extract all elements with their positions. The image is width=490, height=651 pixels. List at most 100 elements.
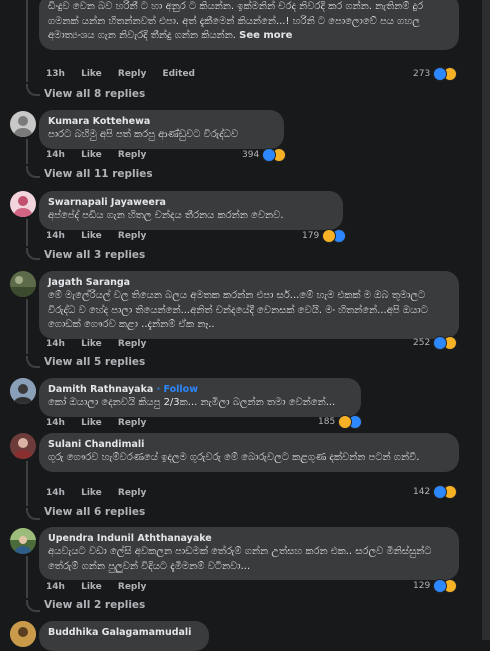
reaction-summary[interactable]: 252 [413,335,458,351]
comment-bubble: Damith Rathnayaka · Follow කෝ ඔයාලා දෙනව… [39,378,361,417]
see-more-link[interactable]: See more [239,30,292,41]
comment-text: ඩිංදුව වෙන බව හරිනී ට හා අනුර ට කියන්න. … [48,1,424,41]
timestamp[interactable]: 14h [46,488,65,498]
like-button[interactable]: Like [81,150,102,160]
user-icon [14,438,32,459]
thread-connector [26,166,40,178]
like-button[interactable]: Like [81,339,102,349]
avatar[interactable] [10,528,36,554]
commenter-name[interactable]: Damith Rathnayaka · Follow [48,383,351,396]
reply-button[interactable]: Reply [118,69,146,79]
like-button[interactable]: Like [81,418,102,428]
comment-bubble: Swarnapali Jayaweera අප්පේද් පඩිය ගැන හි… [39,191,343,230]
commenter-name[interactable]: Sulani Chandimali [48,438,449,451]
thread-connector [26,600,40,612]
user-icon [14,196,32,217]
comment-bubble: Buddhika Galagamamudali [39,621,209,651]
thread-line [26,556,28,598]
comment-actions: 14h Like Reply [46,582,159,592]
reaction-summary[interactable]: 185 [318,414,363,430]
reply-button[interactable]: Reply [118,231,146,241]
thread-line [26,219,28,246]
like-button[interactable]: Like [81,69,102,79]
comment-actions: 14h Like Reply [46,339,159,349]
avatar[interactable] [10,433,36,459]
view-replies-link[interactable]: View all 3 replies [44,249,145,261]
thread-line [26,461,28,506]
thread-line [26,299,28,354]
edited-label: Edited [162,69,195,79]
timestamp[interactable]: 14h [46,339,65,349]
comment-actions: 13h Like Reply Edited [46,69,208,79]
comment-actions: 14h Like Reply [46,150,159,160]
commenter-name[interactable]: Swarnapali Jayaweera [48,196,333,209]
commenter-name[interactable]: Upendra Indunil Aththanayake [48,532,449,545]
view-replies-link[interactable]: View all 2 replies [44,599,145,611]
reaction-count: 142 [413,487,431,497]
commenter-name[interactable]: Kumara Kottehewa [48,115,274,128]
comment-text: ගුරු ගෞරව හැම්වරණයේ ඉදලම ගුරුවරු මේ බොරු… [48,452,420,463]
reaction-count: 179 [302,231,320,241]
like-button[interactable]: Like [81,488,102,498]
thread-connector [26,508,40,520]
user-icon [10,528,36,554]
reaction-summary[interactable]: 394 [242,147,287,163]
view-replies-link[interactable]: View all 8 replies [44,88,145,100]
thread-connector [26,248,40,260]
comment-text: අයවැයට වඩා ලේසි අවකලන පාඩමක් තේරුම් ගන්න… [48,546,432,572]
like-button[interactable]: Like [81,582,102,592]
reply-button[interactable]: Reply [118,488,146,498]
avatar[interactable] [10,378,36,404]
comment-text: පාරට බහිමු අපි පත් කරපු ආණ්ඩුවට විරුද්ධව [48,129,239,140]
commenter-name[interactable]: Jagath Saranga [48,276,449,289]
timestamp[interactable]: 14h [46,150,65,160]
timestamp[interactable]: 14h [46,231,65,241]
comment-bubble: Jagath Saranga මේ මැලේරියල් වල තියෙන බලය… [39,271,459,339]
comment-bubble: Sulani Chandimali ගුරු ගෞරව හැම්වරණයේ ඉද… [39,433,459,472]
view-replies-link[interactable]: View all 11 replies [44,168,153,180]
scrollbar-track[interactable] [482,0,490,640]
avatar[interactable] [10,191,36,217]
thread-connector [26,356,40,368]
user-icon [10,621,36,647]
reaction-summary[interactable]: 129 [413,578,458,594]
reaction-summary[interactable]: 179 [302,228,347,244]
reaction-summary[interactable]: 273 [413,66,458,82]
reaction-count: 252 [413,338,431,348]
reply-button[interactable]: Reply [118,582,146,592]
thread-connector [26,84,40,96]
avatar[interactable] [10,111,36,137]
comment-text: මේ මැලේරියල් වල තියෙන බලය අමතක කරන්න එපා… [48,290,428,330]
timestamp[interactable]: 14h [46,418,65,428]
reaction-summary[interactable]: 142 [413,484,458,500]
comment-text: කෝ ඔයාලා දෙනවයි කියපු 2/3ක... නැමිලා බලන… [48,397,336,408]
comment-bubble: Upendra Indunil Aththanayake අයවැයට වඩා … [39,527,459,580]
avatar[interactable] [10,621,36,647]
reaction-count: 129 [413,581,431,591]
comment-bubble: ඩිංදුව වෙන බව හරිනී ට හා අනුර ට කියන්න. … [39,0,459,50]
comment-bubble: Kumara Kottehewa පාරට බහිමු අපි පත් කරපු… [39,110,284,149]
comment-actions: 14h Like Reply [46,488,159,498]
reaction-count: 185 [318,417,336,427]
comment-text: අප්පේද් පඩිය ගැන හිතල චන්දය තීරනය කරන්න … [48,210,284,221]
reaction-count: 394 [242,150,260,160]
thread-line [26,139,28,164]
follow-button[interactable]: · Follow [157,384,198,395]
view-replies-link[interactable]: View all 5 replies [44,356,145,368]
thread-line [26,0,28,82]
comment-actions: 14h Like Reply [46,231,159,241]
reply-button[interactable]: Reply [118,150,146,160]
commenter-name[interactable]: Buddhika Galagamamudali [48,626,199,639]
avatar[interactable] [10,271,36,297]
view-replies-link[interactable]: View all 6 replies [44,506,145,518]
user-icon [10,378,36,404]
reply-button[interactable]: Reply [118,339,146,349]
comment-actions: 14h Like Reply [46,418,159,428]
timestamp[interactable]: 13h [46,69,65,79]
user-icon [10,276,36,297]
user-icon [14,116,32,137]
like-button[interactable]: Like [81,231,102,241]
reaction-count: 273 [413,69,431,79]
reply-button[interactable]: Reply [118,418,146,428]
timestamp[interactable]: 14h [46,582,65,592]
